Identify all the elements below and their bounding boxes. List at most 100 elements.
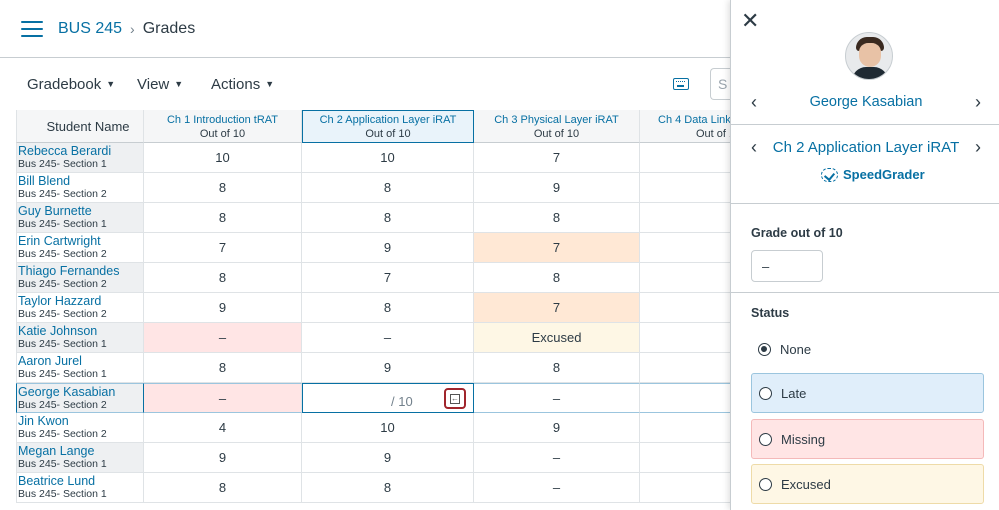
radio-checked-icon[interactable]	[758, 342, 771, 356]
assignment-title[interactable]: Ch 4 Data Link Layer	[658, 114, 730, 126]
grade-cell[interactable]: 8	[474, 353, 640, 383]
grade-editor-placeholder[interactable]: / 10	[391, 394, 413, 409]
grade-cell[interactable]: 8	[640, 293, 730, 323]
grade-cell[interactable]: 8	[640, 233, 730, 263]
grade-cell[interactable]: 8	[302, 293, 474, 323]
keyboard-shortcuts-icon[interactable]	[673, 78, 689, 90]
grade-cell[interactable]: 9	[640, 173, 730, 203]
student-name-link[interactable]: Thiago Fernandes	[18, 265, 119, 278]
breadcrumb-course-link[interactable]: BUS 245	[58, 20, 122, 38]
grade-cell[interactable]: 7	[474, 233, 640, 263]
status-option-label: None	[780, 341, 812, 357]
grade-cell-editor[interactable]: / 10 ←	[302, 383, 474, 413]
grade-cell[interactable]: 9	[640, 473, 730, 503]
grade-cell[interactable]: 6	[640, 383, 730, 413]
status-option-missing[interactable]: Missing	[751, 419, 984, 459]
grade-cell[interactable]: 8	[474, 203, 640, 233]
grade-cell[interactable]: 7	[640, 443, 730, 473]
student-name-link[interactable]: George Kasabian	[18, 386, 115, 399]
grade-cell[interactable]: 8	[144, 263, 302, 293]
gradebook-toolbar: Gradebook ▼ View ▼ Actions ▼ S	[0, 66, 740, 106]
student-name-link[interactable]: Bill Blend	[18, 175, 70, 188]
grade-cell[interactable]: 9	[302, 353, 474, 383]
student-name-link[interactable]: Taylor Hazzard	[18, 295, 101, 308]
radio-icon[interactable]	[759, 477, 772, 491]
view-menu[interactable]: View ▼	[137, 76, 183, 93]
assignment-header-3[interactable]: Ch 3 Physical Layer iRAT Out of 10	[474, 110, 640, 143]
grade-cell[interactable]: 9	[640, 203, 730, 233]
grade-cell[interactable]: 7	[640, 323, 730, 353]
grade-cell[interactable]: 8	[144, 203, 302, 233]
student-name-link[interactable]: Beatrice Lund	[18, 475, 95, 488]
radio-icon[interactable]	[759, 386, 772, 400]
grade-cell[interactable]: 10	[302, 143, 474, 173]
speedgrader-label: SpeedGrader	[843, 167, 925, 182]
assignment-name-link[interactable]: Ch 2 Application Layer iRAT	[773, 139, 959, 156]
assignment-title[interactable]: Ch 1 Introduction tRAT	[167, 114, 278, 126]
grade-cell[interactable]: 8	[144, 173, 302, 203]
status-option-none[interactable]: None	[751, 329, 984, 369]
hamburger-menu-icon[interactable]	[21, 21, 43, 37]
grade-cell[interactable]: 8	[302, 473, 474, 503]
actions-menu[interactable]: Actions ▼	[211, 76, 274, 93]
grade-cell[interactable]: –	[474, 383, 640, 413]
student-name-link[interactable]: Erin Cartwright	[18, 235, 101, 248]
gradebook-menu[interactable]: Gradebook ▼	[27, 76, 115, 93]
grade-cell[interactable]: 8	[144, 473, 302, 503]
student-name-header[interactable]: Student Name	[16, 110, 144, 143]
grade-cell[interactable]: 8	[640, 413, 730, 443]
grade-cell[interactable]: 9	[302, 233, 474, 263]
assignment-header-4[interactable]: Ch 4 Data Link LayerOut of 10	[640, 110, 730, 143]
grade-cell[interactable]: 9	[640, 263, 730, 293]
close-icon[interactable]: ✕	[741, 10, 759, 32]
student-name-link[interactable]: Rebecca Berardi	[18, 145, 111, 158]
grade-cell[interactable]: –	[144, 323, 302, 353]
grade-cell[interactable]: 9	[144, 293, 302, 323]
grade-cell[interactable]: Excused	[474, 323, 640, 353]
previous-assignment-chevron-left-icon[interactable]: ‹	[751, 138, 757, 156]
grade-cell[interactable]: –	[144, 383, 302, 413]
next-assignment-chevron-right-icon[interactable]: ›	[975, 138, 981, 156]
grade-cell[interactable]: 9	[144, 443, 302, 473]
grade-cell[interactable]: 8	[302, 173, 474, 203]
grade-cell[interactable]: –	[474, 473, 640, 503]
grade-cell[interactable]: 7	[474, 143, 640, 173]
student-name-link[interactable]: George Kasabian	[810, 94, 923, 110]
grade-cell[interactable]: 10	[144, 143, 302, 173]
assignment-header-2[interactable]: Ch 2 Application Layer iRAT Out of 10	[302, 110, 474, 143]
grade-cell[interactable]: 4	[144, 413, 302, 443]
student-name-link[interactable]: Jin Kwon	[18, 415, 69, 428]
open-tray-button[interactable]: ←	[444, 388, 466, 409]
grade-cell[interactable]: 7	[302, 263, 474, 293]
assignment-title[interactable]: Ch 2 Application Layer iRAT	[320, 114, 457, 126]
radio-icon[interactable]	[759, 432, 772, 446]
grade-cell[interactable]: 9	[474, 413, 640, 443]
grade-cell[interactable]: 8	[474, 263, 640, 293]
student-name-link[interactable]: Guy Burnette	[18, 205, 92, 218]
grade-cell[interactable]: –	[302, 323, 474, 353]
status-option-excused[interactable]: Excused	[751, 464, 984, 504]
grade-cell[interactable]: 7	[474, 293, 640, 323]
grade-cell[interactable]: 7	[144, 233, 302, 263]
student-name-link[interactable]: Megan Lange	[18, 445, 94, 458]
student-name-link[interactable]: Katie Johnson	[18, 325, 97, 338]
status-option-late[interactable]: Late	[751, 373, 984, 413]
student-name-link[interactable]: Aaron Jurel	[18, 355, 82, 368]
grade-cell[interactable]: 9	[474, 173, 640, 203]
assignment-header-1[interactable]: Ch 1 Introduction tRAT Out of 10	[144, 110, 302, 143]
grade-cell[interactable]: –	[474, 443, 640, 473]
grade-input[interactable]	[751, 250, 823, 282]
speedgrader-link[interactable]: SpeedGrader	[821, 167, 925, 182]
student-cell: Erin Cartwright Bus 245- Section 2	[16, 233, 144, 263]
grade-cell[interactable]: 8	[302, 203, 474, 233]
assignment-title[interactable]: Ch 3 Physical Layer iRAT	[494, 114, 619, 126]
grade-value: Excused	[531, 330, 582, 345]
grade-cell[interactable]: 8	[640, 143, 730, 173]
next-student-chevron-right-icon[interactable]: ›	[975, 93, 981, 111]
grade-cell[interactable]: 10	[302, 413, 474, 443]
grade-cell[interactable]: 9	[302, 443, 474, 473]
grade-cell[interactable]: 10	[640, 353, 730, 383]
previous-student-chevron-left-icon[interactable]: ‹	[751, 93, 757, 111]
grade-value: 9	[640, 180, 730, 195]
grade-cell[interactable]: 8	[144, 353, 302, 383]
